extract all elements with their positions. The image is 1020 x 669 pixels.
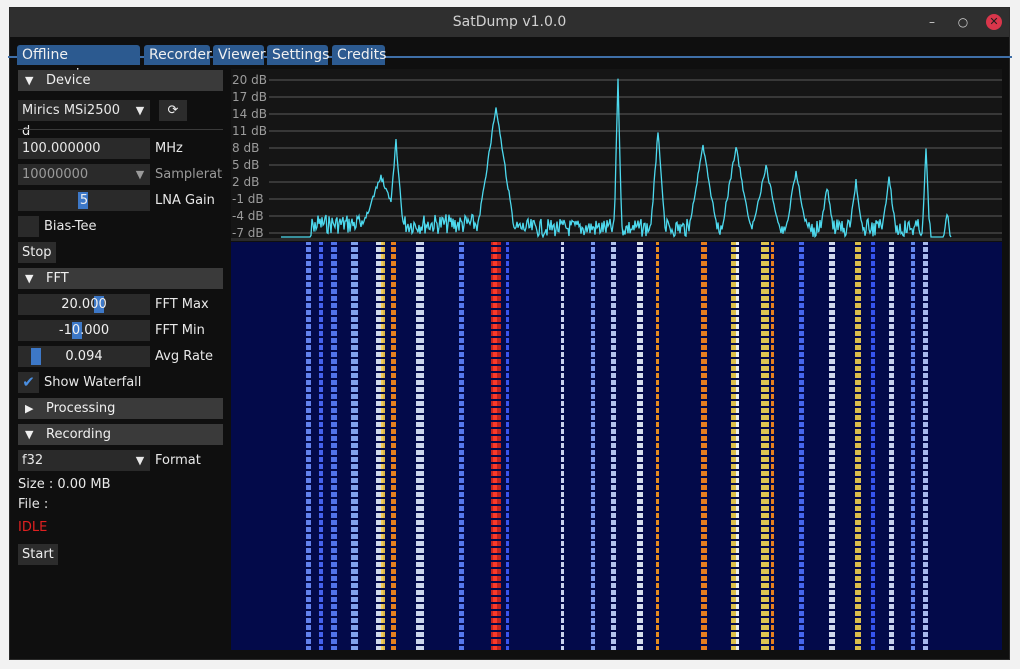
waterfall-band: [799, 242, 804, 650]
samplerate-select[interactable]: 10000000: [18, 164, 130, 185]
format-select[interactable]: f32: [18, 450, 130, 471]
avg-rate-slider[interactable]: 0.094: [18, 346, 150, 367]
close-icon[interactable]: ✕: [986, 14, 1002, 30]
db-label: -1 dB: [232, 192, 264, 206]
fft-header[interactable]: ▼ FFT: [18, 268, 223, 289]
bias-tee-label: Bias-Tee: [44, 219, 97, 234]
collapse-down-icon: ▼: [25, 74, 34, 87]
waterfall-band: [459, 242, 464, 650]
format-label: Format: [155, 453, 201, 468]
db-label: 11 dB: [232, 124, 267, 138]
lna-gain-slider[interactable]: 5: [18, 190, 150, 211]
waterfall-band: [351, 242, 358, 650]
stop-button[interactable]: Stop: [18, 242, 56, 263]
waterfall-band: [923, 242, 928, 650]
waterfall-band: [736, 242, 739, 650]
show-waterfall-label: Show Waterfall: [44, 375, 142, 390]
fft-max-slider[interactable]: 20.000: [18, 294, 150, 315]
device-header[interactable]: ▼ Device: [18, 70, 223, 91]
tab-credits[interactable]: Credits: [332, 45, 386, 65]
db-label: 14 dB: [232, 107, 267, 121]
fft-spectrum-line: [281, 78, 952, 238]
db-label: -4 dB: [232, 209, 264, 223]
waterfall-band: [493, 242, 497, 650]
chevron-down-icon[interactable]: ▼: [130, 450, 150, 471]
maximize-icon[interactable]: ○: [955, 14, 971, 30]
file-text: File :: [18, 497, 49, 512]
fft-grid: [269, 79, 1002, 234]
frequency-input[interactable]: 100.000000: [18, 138, 150, 159]
plot-divider: [231, 238, 1002, 241]
start-button[interactable]: Start: [18, 544, 58, 565]
chevron-down-icon[interactable]: ▼: [130, 164, 150, 185]
chevron-down-icon[interactable]: ▼: [130, 100, 150, 121]
fft-min-label: FFT Min: [155, 323, 205, 338]
device-select[interactable]: Mirics MSi2500 d: [18, 100, 130, 139]
waterfall-band: [889, 242, 894, 650]
recording-header[interactable]: ▼ Recording: [18, 424, 223, 445]
waterfall-band: [331, 242, 337, 650]
waterfall-band: [871, 242, 875, 650]
waterfall-band: [591, 242, 595, 650]
show-waterfall-checkbox[interactable]: ✔: [18, 372, 39, 393]
processing-header[interactable]: ▶ Processing: [18, 398, 223, 419]
tab-viewer[interactable]: Viewer: [213, 45, 266, 65]
waterfall-band: [381, 242, 385, 650]
window-title: SatDump v1.0.0: [452, 14, 567, 30]
collapse-down-icon: ▼: [25, 428, 34, 441]
lna-gain-label: LNA Gain: [155, 193, 215, 208]
waterfall-band: [656, 242, 659, 650]
waterfall-band: [416, 242, 424, 650]
db-label: 5 dB: [232, 158, 260, 172]
db-label: 2 dB: [232, 175, 260, 189]
collapse-right-icon: ▶: [25, 402, 34, 415]
waterfall-band: [761, 242, 769, 650]
frequency-unit: MHz: [155, 141, 183, 156]
lna-gain-value: 5: [79, 193, 89, 208]
tab-settings[interactable]: Settings: [267, 45, 329, 65]
fft-min-value: -10.000: [58, 323, 110, 338]
db-label: 20 dB: [232, 73, 267, 87]
db-label: 17 dB: [232, 90, 267, 104]
waterfall-band: [829, 242, 835, 650]
avg-rate-value: 0.094: [65, 349, 103, 364]
waterfall-band: [306, 242, 311, 650]
waterfall-band: [319, 242, 323, 650]
waterfall-display[interactable]: [231, 242, 1002, 650]
waterfall-band: [771, 242, 774, 650]
title-bar: SatDump v1.0.0 – ○ ✕: [10, 8, 1009, 37]
collapse-down-icon: ▼: [25, 272, 34, 285]
waterfall-band: [855, 242, 861, 650]
fft-min-slider[interactable]: -10.000: [18, 320, 150, 341]
db-label: 8 dB: [232, 141, 260, 155]
fft-max-label: FFT Max: [155, 297, 209, 312]
tab-offline-processing[interactable]: Offline processing: [17, 45, 140, 83]
samplerate-label: Samplerate: [155, 167, 223, 182]
waterfall-band: [561, 242, 564, 650]
waterfall-band: [637, 242, 643, 650]
divider: [18, 129, 223, 130]
minimize-icon[interactable]: –: [924, 14, 940, 30]
fft-max-value: 20.000: [61, 297, 107, 312]
fft-svg: [269, 78, 1002, 238]
waterfall-band: [701, 242, 707, 650]
size-text: Size : 0.00 MB: [18, 477, 111, 492]
fft-plot[interactable]: 20 dB 17 dB 14 dB 11 dB 8 dB 5 dB 2 dB -…: [231, 69, 1002, 239]
waterfall-band: [911, 242, 915, 650]
waterfall-band: [611, 242, 616, 650]
status-idle: IDLE: [18, 520, 48, 535]
refresh-icon[interactable]: ⟳: [159, 100, 187, 121]
tab-recorder[interactable]: Recorder: [144, 45, 212, 65]
waterfall-band: [506, 242, 509, 650]
bias-tee-checkbox[interactable]: [18, 216, 39, 237]
avg-rate-label: Avg Rate: [155, 349, 214, 364]
waterfall-band: [391, 242, 396, 650]
